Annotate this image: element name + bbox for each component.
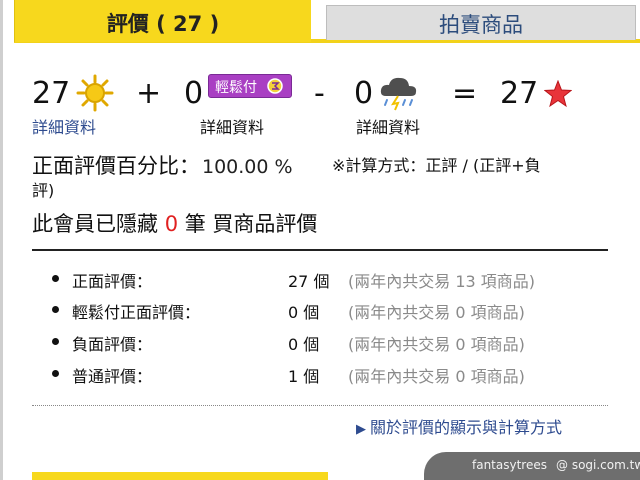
tab-bar: 評價 ( 27 ) 拍賣商品 [14, 0, 640, 44]
rating-count: 27 個 [288, 272, 330, 291]
watermark-site: @ sogi.com.tw [556, 458, 640, 472]
easypay-badge-label: 輕鬆付 [215, 80, 257, 96]
easypay-count: 0 [184, 76, 204, 111]
rating-type-label: 正面評價： [72, 272, 153, 291]
watermark-user: fantasytrees [472, 458, 547, 472]
positive-count: 27 [32, 76, 71, 111]
rating-calculation-link-label: 關於評價的顯示與計算方式 [370, 418, 563, 437]
rating-note: (兩年內共交易 0 項商品) [348, 335, 525, 354]
tab-ratings[interactable]: 評價 ( 27 ) [14, 0, 311, 42]
left-border [0, 0, 3, 480]
tab-auction-items[interactable]: 拍賣商品 [326, 5, 636, 40]
hidden-prefix: 此會員已隱藏 [32, 212, 158, 236]
plus-sign: + [136, 76, 162, 111]
rating-count: 0 個 [288, 303, 320, 322]
hidden-ratings-notice: 此會員已隱藏 0 筆 買商品評價 [32, 208, 317, 238]
divider [32, 249, 608, 251]
formula-line-2: 評) [32, 181, 55, 200]
tab-ratings-label: 評價 ( 27 ) [106, 12, 220, 36]
rating-note: (兩年內共交易 13 項商品) [348, 272, 536, 291]
rating-count: 0 個 [288, 335, 320, 354]
rating-type-label: 普通評價： [72, 367, 153, 386]
bullet [52, 306, 59, 313]
star-icon [544, 80, 572, 108]
minus-sign: - [314, 76, 325, 111]
triangle-right-icon: ▶ [356, 422, 366, 437]
dotted-separator [32, 405, 608, 406]
rating-calculation-link[interactable]: ▶ 關於評價的顯示與計算方式 [356, 414, 562, 438]
rating-count: 1 個 [288, 367, 320, 386]
rating-type-label: 負面評價： [72, 335, 153, 354]
bullet [52, 275, 59, 282]
storm-cloud-icon [380, 77, 417, 111]
easypay-detail-label: 詳細資料 [200, 118, 265, 137]
percentage-label: 正面評價百分比： [32, 154, 200, 178]
negative-count: 0 [354, 76, 374, 111]
sun-icon [76, 74, 114, 112]
hidden-count: 0 [164, 212, 179, 236]
negative-detail-label: 詳細資料 [356, 118, 421, 137]
bullet [52, 338, 59, 345]
coin-icon [267, 78, 283, 94]
rating-note: (兩年內共交易 0 項商品) [348, 367, 525, 386]
percentage-value: 100.00 % [202, 156, 293, 178]
watermark: fantasytrees @ sogi.com.tw [424, 452, 640, 480]
rating-type-label: 輕鬆付正面評價： [72, 303, 201, 322]
equals-sign: = [452, 76, 478, 111]
formula-line-1: ※計算方式：正評 / (正評+負 [332, 156, 541, 175]
bullet [52, 370, 59, 377]
hidden-suffix: 筆 買商品評價 [184, 212, 318, 236]
positive-percentage: 正面評價百分比： 100.00 % [32, 150, 293, 180]
tab-auction-items-label: 拍賣商品 [439, 13, 523, 37]
positive-detail-link[interactable]: 詳細資料 [32, 114, 96, 138]
total-score: 27 [500, 76, 539, 111]
easypay-badge: 輕鬆付 [208, 74, 292, 98]
rating-note: (兩年內共交易 0 項商品) [348, 303, 525, 322]
footer-tab-strip [32, 472, 328, 480]
